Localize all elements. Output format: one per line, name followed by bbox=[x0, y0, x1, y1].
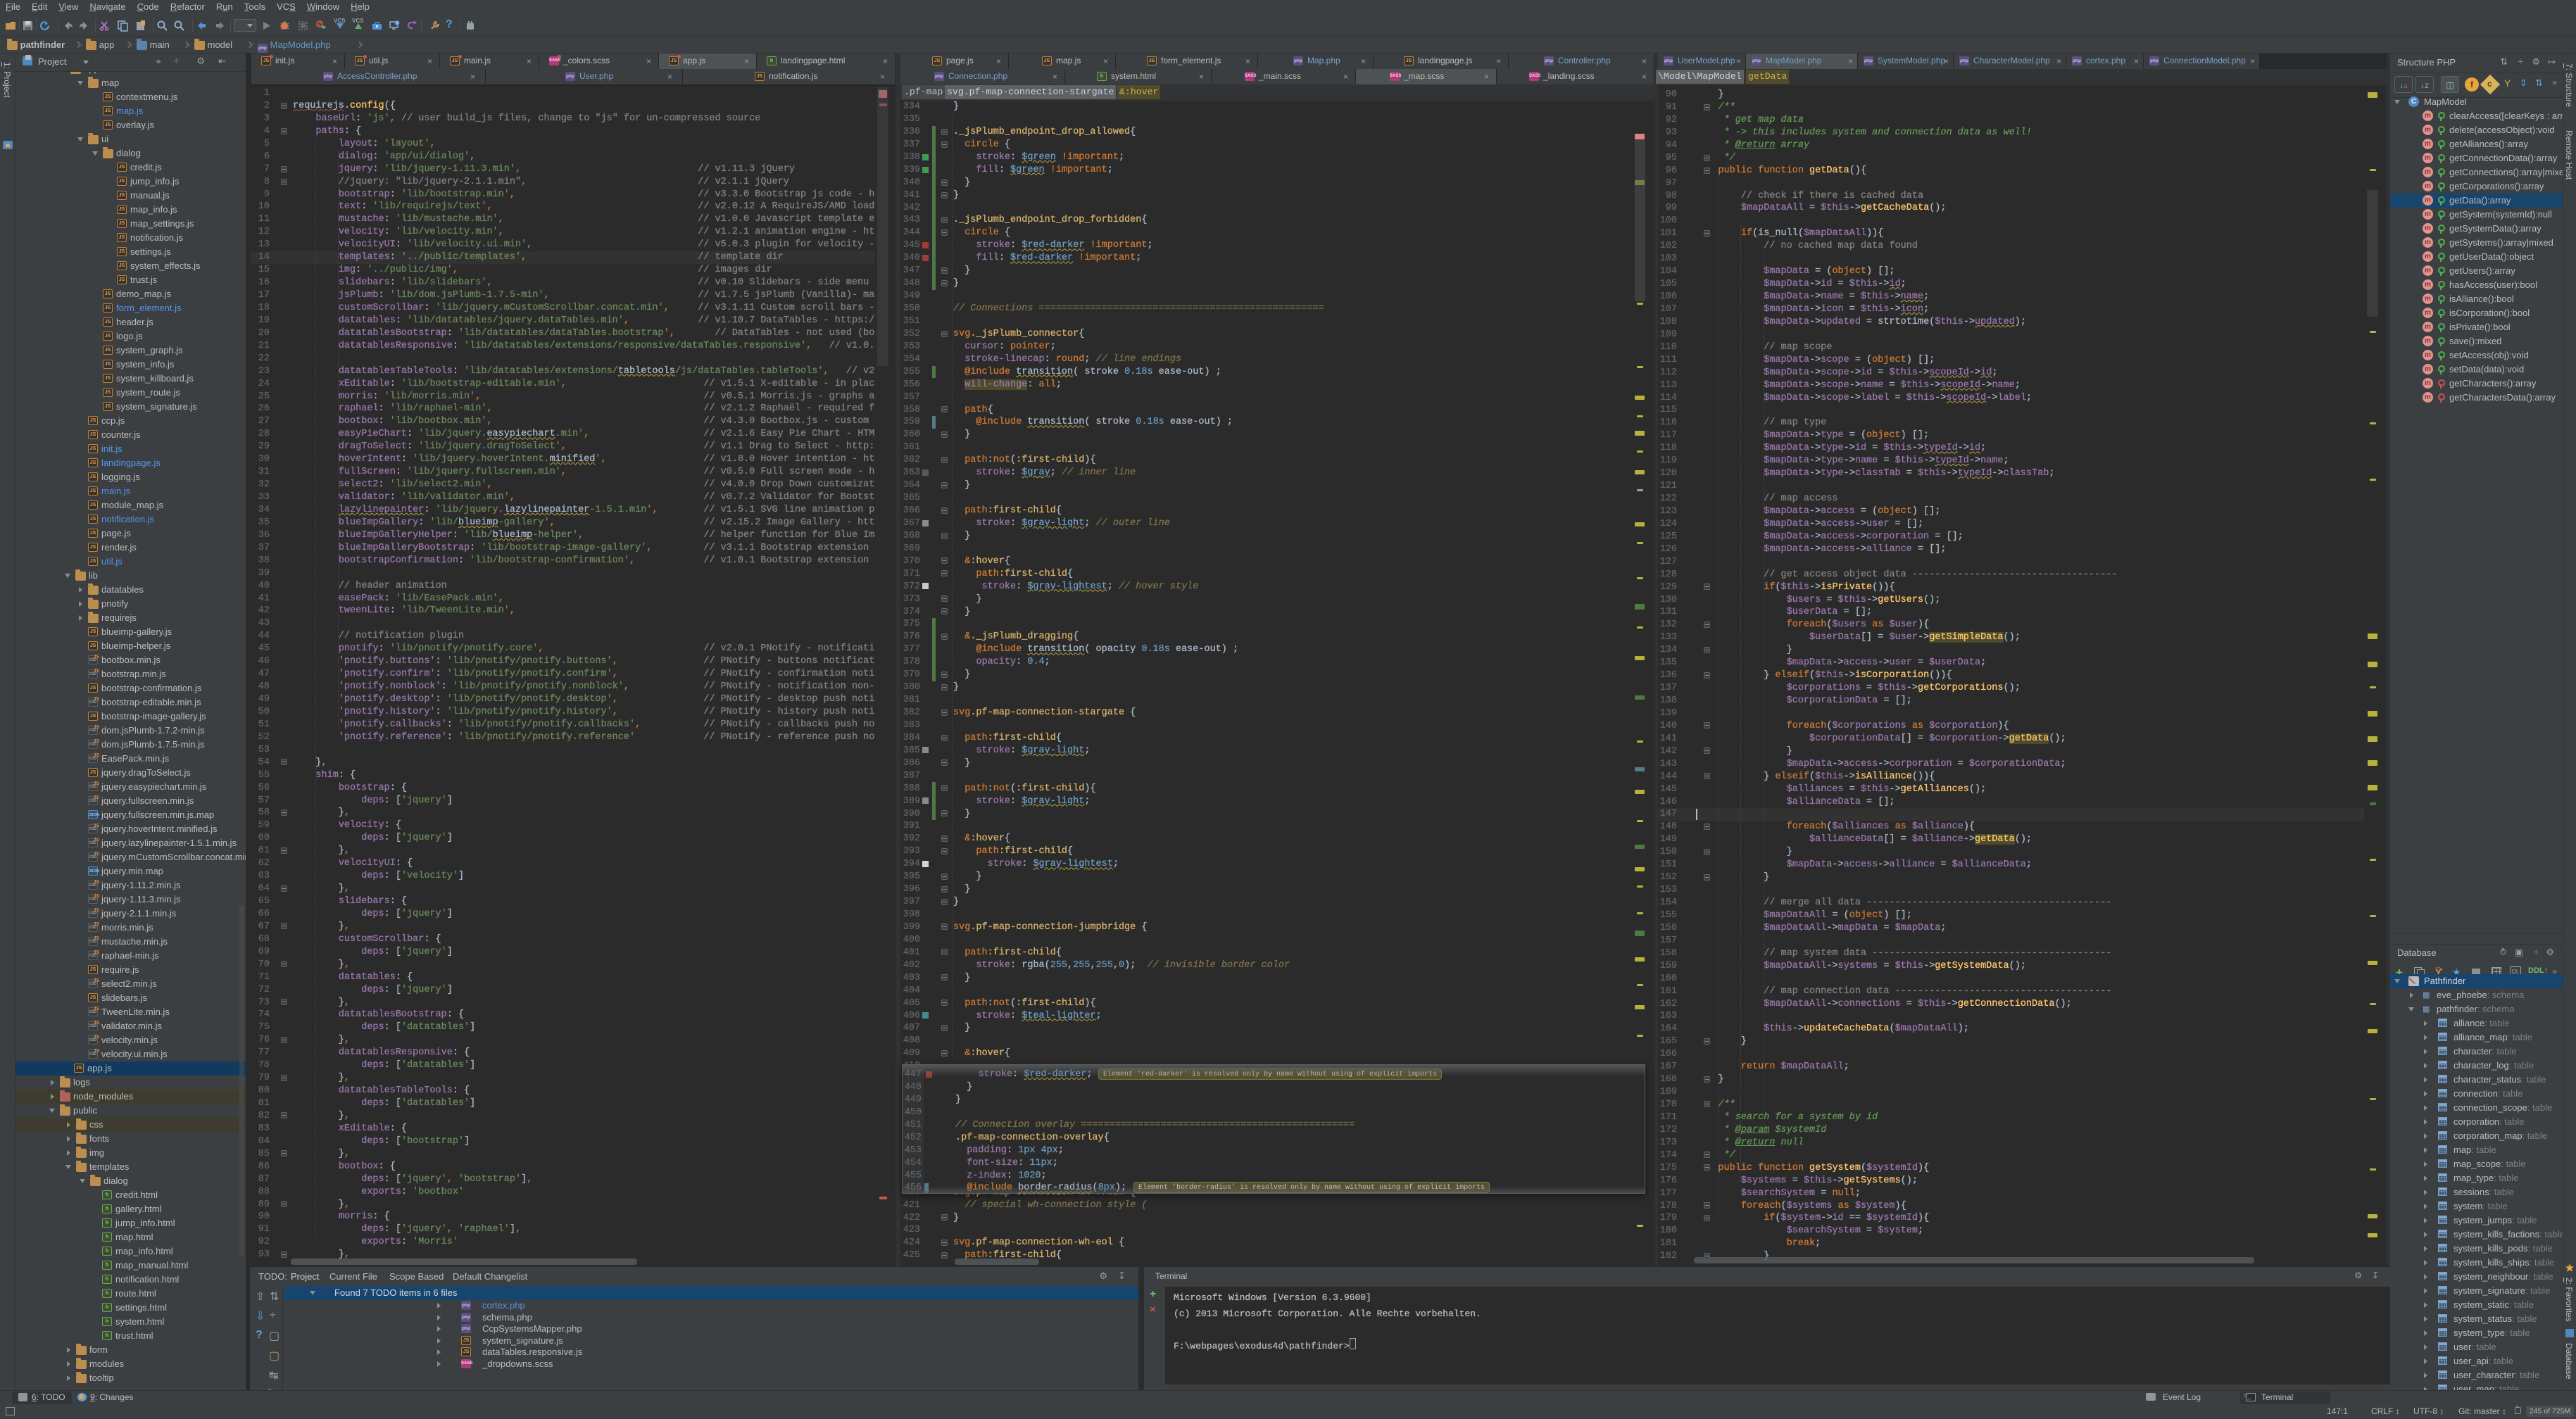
svg-text:A: A bbox=[176, 23, 180, 28]
